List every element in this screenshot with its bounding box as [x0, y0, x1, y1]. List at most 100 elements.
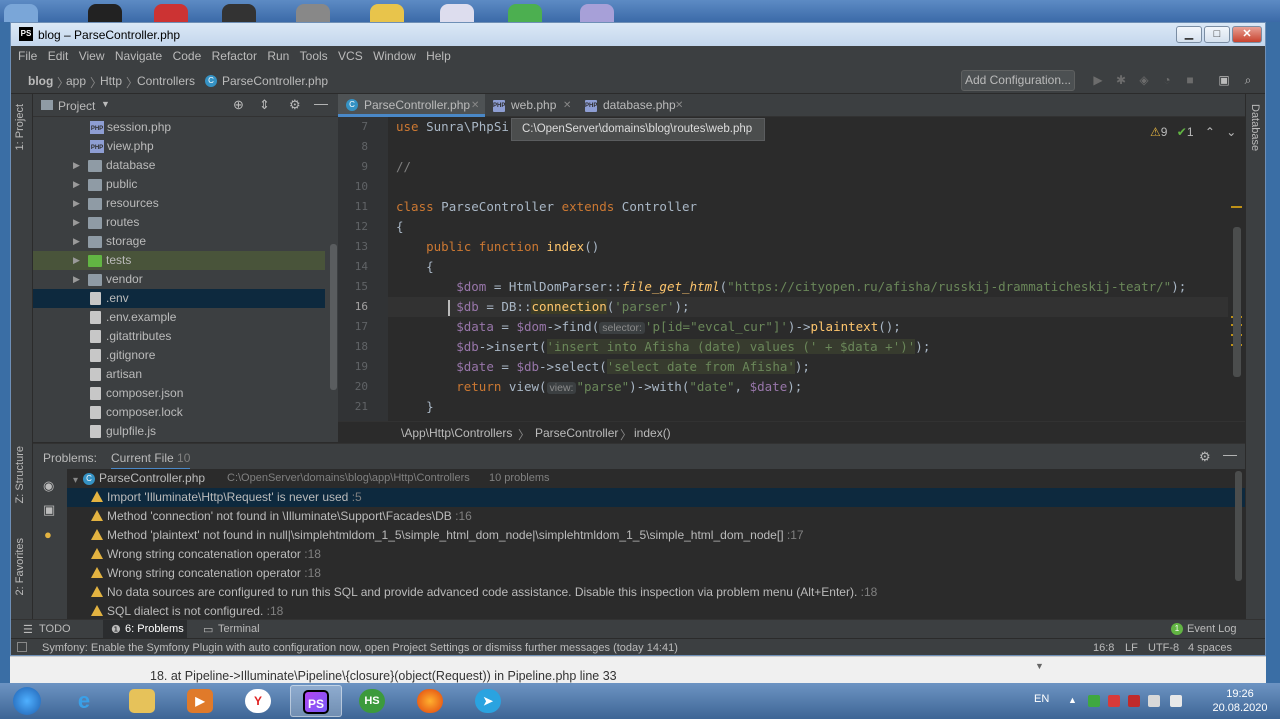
chevron-up-icon[interactable]: ⌃ — [1205, 125, 1215, 139]
eye-icon[interactable]: ◉ — [43, 478, 54, 494]
preview-icon[interactable]: ▣ — [43, 502, 55, 518]
todo-tab[interactable]: TODO — [39, 623, 71, 635]
chevron-right-icon[interactable]: ▶ — [73, 156, 83, 175]
chevron-right-icon[interactable]: ▶ — [73, 213, 83, 232]
project-structure-icon[interactable]: ▣ — [1217, 73, 1231, 87]
problem-row[interactable]: Wrong string concatenation operator :18 — [67, 545, 1245, 564]
chevron-down-icon[interactable]: ▼ — [101, 99, 110, 109]
menu-help[interactable]: Help — [426, 46, 451, 63]
chevron-right-icon[interactable]: ▶ — [73, 251, 83, 270]
network-icon[interactable] — [1148, 695, 1160, 707]
file-encoding[interactable]: UTF-8 — [1148, 642, 1179, 654]
tree-item[interactable]: .env — [33, 289, 325, 308]
hide-icon[interactable]: — — [1223, 446, 1237, 462]
tab-web[interactable]: PHP web.php ✕ — [485, 94, 577, 117]
chevron-right-icon[interactable]: ▶ — [73, 194, 83, 213]
menu-navigate[interactable]: Navigate — [115, 46, 162, 63]
database-tool-tab[interactable]: Database — [1249, 104, 1261, 151]
tab-current-file[interactable]: Current File 10 — [111, 451, 191, 470]
stop-icon[interactable]: ■ — [1183, 73, 1197, 87]
problems-tab[interactable]: 6: Problems — [125, 623, 184, 635]
inspection-widget[interactable]: ⚠9 ✔1 ⌃ ⌄ — [1150, 125, 1236, 139]
tree-item[interactable]: .env.example — [33, 308, 325, 327]
maximize-button[interactable]: □ — [1204, 26, 1230, 43]
hide-icon[interactable]: — — [314, 95, 328, 111]
language-indicator[interactable]: EN — [1034, 693, 1049, 705]
close-tab-icon[interactable]: ✕ — [675, 94, 683, 117]
chevron-up-icon[interactable]: ▲ — [1068, 695, 1077, 705]
tab-database[interactable]: PHP database.php ✕ — [577, 94, 689, 117]
menu-code[interactable]: Code — [173, 46, 202, 63]
breadcrumb-file[interactable]: ParseController.php — [222, 74, 328, 88]
problem-row[interactable]: Wrong string concatenation operator :18 — [67, 564, 1245, 583]
tree-item[interactable]: ▶ tests — [33, 251, 325, 270]
tree-item[interactable]: ▶ storage — [33, 232, 325, 251]
bulb-icon[interactable]: ● — [44, 527, 52, 542]
run-icon[interactable]: ▶ — [1091, 73, 1105, 87]
search-icon[interactable]: ⌕ — [1241, 73, 1255, 87]
problem-file-row[interactable]: ▾ C ParseController.php C:\OpenServer\do… — [67, 469, 1245, 488]
locate-icon[interactable]: ⊕ — [233, 97, 244, 113]
taskbar-explorer[interactable] — [116, 685, 168, 717]
favorites-tool-tab[interactable]: 2: Favorites — [14, 538, 26, 595]
tree-item[interactable]: ▶ database — [33, 156, 325, 175]
tree-item[interactable]: ▶ resources — [33, 194, 325, 213]
tree-item[interactable]: composer.json — [33, 384, 325, 403]
tray-icon[interactable] — [1108, 695, 1120, 707]
taskbar-heidisql[interactable]: HS — [346, 685, 398, 717]
chevron-down-icon[interactable]: ⌄ — [1226, 125, 1236, 139]
menu-run[interactable]: Run — [267, 46, 289, 63]
editor-scrollbar[interactable] — [1233, 227, 1241, 377]
desktop-icon[interactable] — [370, 4, 404, 22]
taskbar-media[interactable]: ▶ — [174, 685, 226, 717]
problem-row[interactable]: SQL dialect is not configured. :18 — [67, 602, 1245, 620]
close-tab-icon[interactable]: ✕ — [563, 94, 571, 117]
problem-row[interactable]: Method 'connection' not found in \Illumi… — [67, 507, 1245, 526]
taskbar-firefox[interactable] — [404, 685, 456, 717]
structure-tool-tab[interactable]: Z: Structure — [14, 446, 26, 503]
gear-icon[interactable]: ⚙ — [1199, 449, 1211, 465]
tree-item[interactable]: PHP session.php — [33, 118, 325, 137]
tree-item[interactable]: ▶ vendor — [33, 270, 325, 289]
tree-item[interactable]: artisan — [33, 365, 325, 384]
panel-toggle-icon[interactable] — [17, 642, 27, 652]
code-editor[interactable]: C ParseController.php ✕ PHP web.php ✕ PHP dat… — [338, 94, 1245, 443]
menu-tools[interactable]: Tools — [300, 46, 328, 63]
chevron-right-icon[interactable]: ▶ — [73, 232, 83, 251]
breadcrumb-method[interactable]: index() — [634, 426, 671, 440]
tree-item[interactable]: .gitignore — [33, 346, 325, 365]
menu-vcs[interactable]: VCS — [338, 46, 363, 63]
menu-window[interactable]: Window — [373, 46, 416, 63]
desktop-icon[interactable] — [296, 4, 330, 22]
event-log-tab[interactable]: Event Log — [1187, 623, 1237, 635]
tree-item[interactable]: ▶ routes — [33, 213, 325, 232]
desktop-icon[interactable] — [440, 4, 474, 22]
system-clock[interactable]: 19:26 20.08.2020 — [1210, 687, 1270, 715]
problems-scrollbar[interactable] — [1235, 471, 1242, 581]
breadcrumb-namespace[interactable]: \App\Http\Controllers — [401, 426, 512, 440]
chevron-right-icon[interactable]: ▶ — [73, 270, 83, 289]
chevron-down-icon[interactable]: ▼ — [1035, 661, 1044, 671]
tray-icon[interactable] — [1088, 695, 1100, 707]
project-scrollbar[interactable] — [330, 244, 337, 390]
gear-icon[interactable]: ⚙ — [289, 97, 301, 113]
menu-view[interactable]: View — [79, 46, 105, 63]
code-area[interactable]: use Sunra\PhpSi // class ParseController… — [396, 117, 1236, 421]
problem-row[interactable]: No data sources are configured to run th… — [67, 583, 1245, 602]
tree-item[interactable]: composer.lock — [33, 403, 325, 422]
add-configuration-button[interactable]: Add Configuration... — [961, 70, 1075, 91]
tree-item[interactable]: .gitattributes — [33, 327, 325, 346]
menu-edit[interactable]: Edit — [48, 46, 69, 63]
chevron-right-icon[interactable]: ▶ — [73, 175, 83, 194]
desktop-icon[interactable] — [88, 4, 122, 22]
collapse-icon[interactable]: ⇕ — [259, 97, 270, 113]
taskbar-yandex[interactable]: Y — [232, 685, 284, 717]
line-separator[interactable]: LF — [1125, 642, 1138, 654]
minimize-button[interactable]: ▁ — [1176, 26, 1202, 43]
tray-icon[interactable] — [1128, 695, 1140, 707]
problem-row[interactable]: Method 'plaintext' not found in null|\si… — [67, 526, 1245, 545]
caret-position[interactable]: 16:8 — [1093, 642, 1114, 654]
profile-icon[interactable]: ◔ — [1160, 73, 1174, 87]
breadcrumb-blog[interactable]: blog — [28, 74, 53, 88]
project-view-selector[interactable]: Project — [58, 99, 95, 113]
